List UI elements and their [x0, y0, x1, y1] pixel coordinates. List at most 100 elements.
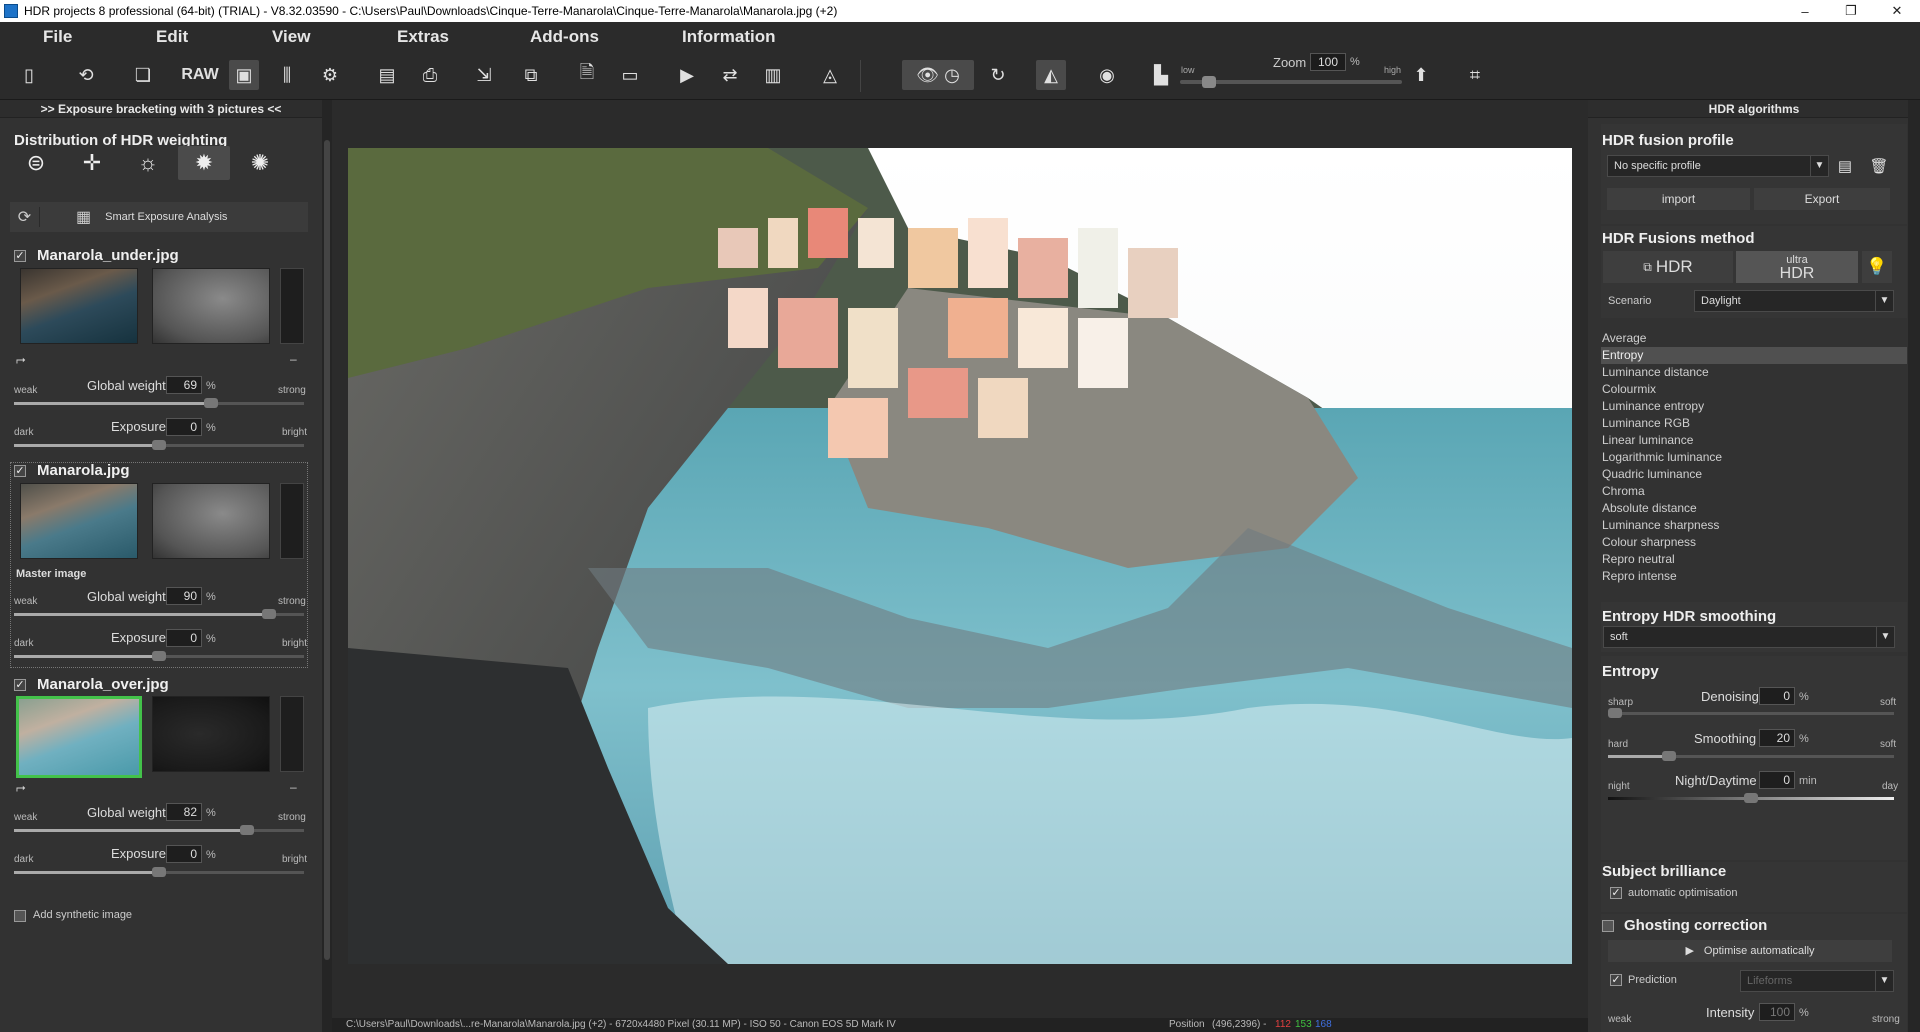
image-series-icon[interactable]: ▣ [229, 60, 259, 90]
image-3-remove-icon[interactable]: – [290, 780, 297, 794]
slider-knob[interactable] [262, 609, 276, 619]
close-button[interactable]: ✕ [1874, 0, 1920, 22]
chevron-down-icon[interactable]: ▼ [1875, 291, 1893, 311]
save-profile-icon[interactable]: ▤ [1834, 154, 1856, 178]
export-icon[interactable]: ⇲ [469, 60, 499, 90]
menu-addons[interactable]: Add-ons [530, 27, 599, 47]
split-view-icon[interactable]: ◭ [1036, 60, 1066, 90]
sliders-icon[interactable]: ⫼ [272, 60, 302, 90]
image-3-exposure-slider[interactable] [14, 867, 304, 877]
auto-optimisation-checkbox[interactable]: ✓ [1610, 887, 1622, 899]
chevron-down-icon[interactable]: ▼ [1810, 156, 1828, 176]
redo-icon[interactable]: ↻ [983, 60, 1013, 90]
color-icon[interactable]: ◉ [1092, 60, 1122, 90]
intensity-field[interactable]: 100 [1759, 1003, 1795, 1021]
image-2-thumbnail[interactable] [20, 483, 138, 559]
image-3-exposure-field[interactable]: 0 [166, 845, 202, 863]
zoom-out-icon[interactable]: ▙ [1146, 60, 1176, 90]
copy-icon[interactable]: ⧉ [516, 60, 546, 90]
document-icon[interactable]: 🗎 [572, 60, 602, 90]
image-2-checkbox[interactable]: ✓ [14, 465, 26, 477]
slider-knob[interactable] [204, 398, 218, 408]
slideshow-icon[interactable]: ▭ [615, 60, 645, 90]
preview-toggle-icon[interactable]: 👁 ◷ [902, 60, 974, 90]
image-3-thumbnail[interactable] [16, 696, 142, 778]
menu-file[interactable]: File [43, 27, 72, 47]
raw-button[interactable]: RAW [181, 60, 218, 90]
algorithm-item[interactable]: Chroma [1601, 483, 1907, 500]
denoising-field[interactable]: 0 [1759, 687, 1795, 705]
refresh-icon[interactable]: ⟳ [10, 207, 40, 227]
algorithm-item[interactable]: Quadric luminance [1601, 466, 1907, 483]
histogram-icon[interactable]: ◬ [815, 60, 845, 90]
slider-knob[interactable] [152, 867, 166, 877]
slider-knob[interactable] [240, 825, 254, 835]
image-2-exposure-field[interactable]: 0 [166, 629, 202, 647]
slider-knob[interactable] [1744, 793, 1758, 803]
center-distribution-icon[interactable]: ✛ [66, 146, 118, 180]
algorithm-item[interactable]: Absolute distance [1601, 500, 1907, 517]
image-1-weight-field[interactable]: 69 [166, 376, 202, 394]
smart-exposure-bar[interactable]: ⟳ ▦ Smart Exposure Analysis [10, 202, 308, 232]
algorithm-item[interactable]: Colourmix [1601, 381, 1907, 398]
menu-edit[interactable]: Edit [156, 27, 188, 47]
image-2-weight-slider[interactable] [14, 609, 304, 619]
sunrise-distribution-icon[interactable]: ☼ [122, 146, 174, 180]
profile-dropdown[interactable]: No specific profile ▼ [1607, 155, 1829, 177]
left-scrollbar[interactable] [322, 100, 332, 1032]
algorithm-item[interactable]: Colour sharpness [1601, 534, 1907, 551]
open-series-icon[interactable]: ❏ [128, 60, 158, 90]
night-daytime-field[interactable]: 0 [1759, 771, 1795, 789]
zoom-slider-knob[interactable] [1202, 76, 1216, 88]
zoom-slider[interactable] [1180, 76, 1402, 88]
import-button[interactable]: import [1607, 188, 1750, 210]
prediction-dropdown[interactable]: Lifeforms ▼ [1740, 970, 1894, 992]
bright-sun-distribution-icon[interactable]: ✺ [234, 146, 286, 180]
minimize-button[interactable]: – [1782, 0, 1828, 22]
batch-icon[interactable]: ⚙ [315, 60, 345, 90]
image-1-weight-slider[interactable] [14, 398, 304, 408]
image-1-exposure-slider[interactable] [14, 440, 304, 450]
image-3-weight-field[interactable]: 82 [166, 803, 202, 821]
history-icon[interactable]: ⟲ [71, 60, 101, 90]
optimise-automatically-button[interactable]: ▶ Optimise automatically [1608, 940, 1892, 962]
zoom-in-icon[interactable]: ⬆ [1406, 60, 1436, 90]
print-icon[interactable]: ⎙ [415, 60, 445, 90]
bulb-icon[interactable]: 💡 [1862, 251, 1892, 283]
slider-knob[interactable] [152, 651, 166, 661]
chevron-down-icon[interactable]: ▼ [1876, 627, 1894, 647]
algorithm-item[interactable]: Repro intense [1601, 568, 1907, 585]
image-3-checkbox[interactable]: ✓ [14, 679, 26, 691]
prediction-checkbox[interactable]: ✓ [1610, 974, 1622, 986]
right-scrollbar[interactable] [1908, 100, 1920, 1032]
hdr-preview-image[interactable] [348, 148, 1572, 964]
algorithm-item[interactable]: Linear luminance [1601, 432, 1907, 449]
denoising-slider[interactable] [1608, 708, 1894, 718]
image-1-align-icon[interactable]: ⮣ [16, 352, 26, 367]
equal-distribution-icon[interactable]: ⊜ [10, 146, 62, 180]
save-icon[interactable]: ▤ [372, 60, 402, 90]
sun-distribution-icon[interactable]: ✹ [178, 146, 230, 180]
left-scrollbar-thumb[interactable] [324, 140, 330, 960]
algorithm-item[interactable]: Repro neutral [1601, 551, 1907, 568]
algorithm-item[interactable]: Luminance RGB [1601, 415, 1907, 432]
compare-icon[interactable]: ⇄ [715, 60, 745, 90]
menu-extras[interactable]: Extras [397, 27, 449, 47]
image-2-exposure-slider[interactable] [14, 651, 304, 661]
menu-view[interactable]: View [272, 27, 310, 47]
chevron-down-icon[interactable]: ▼ [1875, 971, 1893, 991]
synthetic-image-checkbox[interactable] [14, 910, 26, 922]
smoothing-dropdown[interactable]: soft ▼ [1603, 626, 1895, 648]
delete-profile-icon[interactable]: 🗑 [1868, 154, 1890, 178]
image-1-exposure-field[interactable]: 0 [166, 418, 202, 436]
slider-knob[interactable] [1608, 708, 1622, 718]
image-3-weight-slider[interactable] [14, 825, 304, 835]
algorithm-item[interactable]: Luminance entropy [1601, 398, 1907, 415]
algorithm-item[interactable]: Average [1601, 330, 1907, 347]
algorithm-item[interactable]: Logarithmic luminance [1601, 449, 1907, 466]
hdr-method-button[interactable]: ⧉ HDR [1603, 251, 1733, 283]
new-file-icon[interactable]: ▯ [14, 60, 44, 90]
ghosting-checkbox[interactable] [1602, 920, 1614, 932]
image-3-align-icon[interactable]: ⮣ [16, 780, 26, 795]
play-icon[interactable]: ▶ [672, 60, 702, 90]
